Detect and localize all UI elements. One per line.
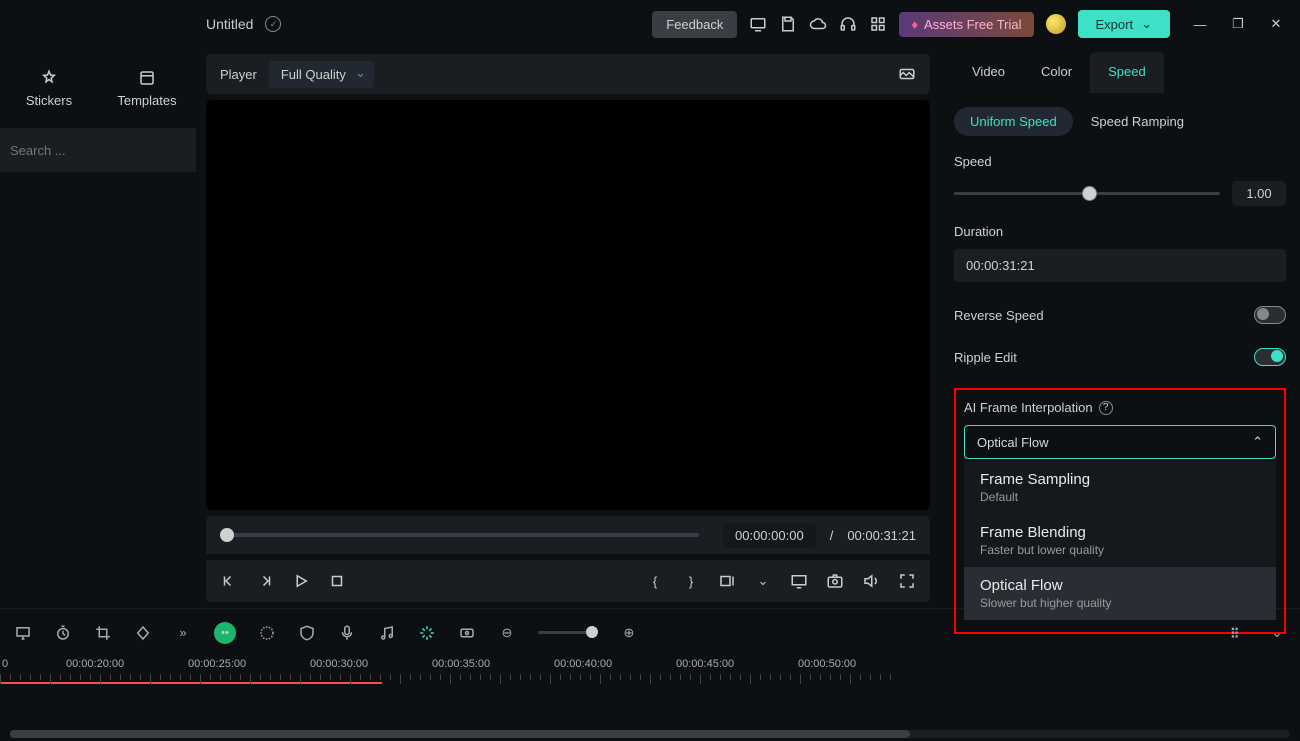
- tl-timer-icon[interactable]: [54, 624, 72, 642]
- tl-keyframe-icon[interactable]: [134, 624, 152, 642]
- display-icon[interactable]: [790, 572, 808, 590]
- saved-status-icon: ✓: [265, 16, 281, 32]
- total-time: 00:00:31:21: [847, 528, 916, 543]
- zoom-in-icon[interactable]: ⊕: [620, 624, 638, 642]
- timeline-tracks[interactable]: [0, 686, 1300, 726]
- tl-crop-icon[interactable]: [94, 624, 112, 642]
- ripple-edit-toggle[interactable]: [1254, 348, 1286, 366]
- progress-bar-row: 00:00:00:00 / 00:00:31:21: [206, 516, 930, 554]
- help-icon[interactable]: ?: [1099, 401, 1113, 415]
- time-separator: /: [830, 528, 834, 543]
- ai-interpolation-label: AI Frame Interpolation: [964, 400, 1093, 415]
- preview-panel: Player Full Quality 00:00:00:00 / 00:00:…: [196, 48, 940, 608]
- tl-settings-icon[interactable]: ⌄: [1268, 624, 1286, 642]
- zoom-out-icon[interactable]: ⊖: [498, 624, 516, 642]
- title-bar: Untitled ✓ Feedback ♦Assets Free Trial E…: [0, 0, 1300, 48]
- ratio-icon[interactable]: [718, 572, 736, 590]
- apps-icon[interactable]: [869, 15, 887, 33]
- snapshot-icon[interactable]: [826, 572, 844, 590]
- snapshot-small-icon[interactable]: [898, 65, 916, 83]
- video-preview[interactable]: [206, 100, 930, 510]
- tl-circle-dots-icon[interactable]: [258, 624, 276, 642]
- progress-slider[interactable]: [220, 533, 699, 537]
- template-icon: [138, 69, 156, 87]
- chevron-down-small-icon[interactable]: ⌄: [754, 572, 772, 590]
- tl-expand-icon[interactable]: »: [174, 624, 192, 642]
- inspector-panel: Video Color Speed Uniform Speed Speed Ra…: [940, 48, 1300, 608]
- current-time: 00:00:00:00: [723, 523, 816, 548]
- fullscreen-icon[interactable]: [898, 572, 916, 590]
- speed-slider[interactable]: [954, 192, 1220, 195]
- project-title: Untitled: [206, 16, 253, 32]
- minimize-button[interactable]: —: [1192, 16, 1208, 32]
- stickers-tab[interactable]: Stickers: [0, 48, 98, 128]
- ripple-edit-label: Ripple Edit: [954, 350, 1017, 365]
- tl-record-icon[interactable]: [458, 624, 476, 642]
- reverse-speed-toggle[interactable]: [1254, 306, 1286, 324]
- screen-icon[interactable]: [749, 15, 767, 33]
- uniform-speed-tab[interactable]: Uniform Speed: [954, 107, 1073, 136]
- next-frame-icon[interactable]: [256, 572, 274, 590]
- speed-ramping-tab[interactable]: Speed Ramping: [1091, 114, 1184, 129]
- stop-icon[interactable]: [328, 572, 346, 590]
- option-frame-sampling[interactable]: Frame Sampling Default: [964, 461, 1276, 514]
- search-row: ⋯: [0, 128, 196, 172]
- chevron-up-icon: ⌃: [1252, 434, 1263, 450]
- player-settings-bar: Player Full Quality: [206, 54, 930, 94]
- duration-input[interactable]: 00:00:31:21: [954, 249, 1286, 282]
- library-panel: Stickers Templates ⋯: [0, 48, 196, 608]
- option-frame-blending[interactable]: Frame Blending Faster but lower quality: [964, 514, 1276, 567]
- interpolation-dropdown[interactable]: Optical Flow ⌃: [964, 425, 1276, 459]
- feedback-button[interactable]: Feedback: [652, 11, 737, 38]
- tl-music-icon[interactable]: [378, 624, 396, 642]
- player-label: Player: [220, 67, 257, 82]
- inspector-tabs: Video Color Speed: [954, 52, 1286, 93]
- chevron-down-icon: ⌄: [1141, 16, 1152, 32]
- tab-speed[interactable]: Speed: [1090, 52, 1164, 93]
- prev-frame-icon[interactable]: [220, 572, 238, 590]
- tl-monitor-icon[interactable]: [14, 624, 32, 642]
- quality-dropdown[interactable]: Full Quality: [269, 61, 374, 88]
- headset-icon[interactable]: [839, 15, 857, 33]
- save-icon[interactable]: [779, 15, 797, 33]
- timeline-scrollbar[interactable]: [10, 730, 1290, 738]
- assets-trial-button[interactable]: ♦Assets Free Trial: [899, 12, 1033, 37]
- zoom-slider[interactable]: [538, 631, 598, 634]
- export-button[interactable]: Export⌄: [1078, 10, 1170, 38]
- speed-value[interactable]: 1.00: [1232, 181, 1286, 206]
- option-optical-flow[interactable]: Optical Flow Slower but higher quality: [964, 567, 1276, 620]
- close-button[interactable]: ✕: [1268, 16, 1284, 32]
- play-icon[interactable]: [292, 572, 310, 590]
- gem-icon: ♦: [911, 17, 918, 32]
- mark-in-icon[interactable]: {: [646, 572, 664, 590]
- tab-color[interactable]: Color: [1023, 52, 1090, 93]
- player-controls: { } ⌄: [206, 560, 930, 602]
- search-input[interactable]: [10, 143, 186, 158]
- main-area: Stickers Templates ⋯ Player Full Quality…: [0, 48, 1300, 608]
- mark-out-icon[interactable]: }: [682, 572, 700, 590]
- avatar-icon[interactable]: [1046, 14, 1066, 34]
- cloud-icon[interactable]: [809, 15, 827, 33]
- volume-icon[interactable]: [862, 572, 880, 590]
- reverse-speed-label: Reverse Speed: [954, 308, 1044, 323]
- ai-interpolation-section: AI Frame Interpolation ? Optical Flow ⌃ …: [954, 388, 1286, 634]
- interpolation-options: Frame Sampling Default Frame Blending Fa…: [964, 461, 1276, 620]
- tab-video[interactable]: Video: [954, 52, 1023, 93]
- tl-shield-icon[interactable]: [298, 624, 316, 642]
- templates-tab[interactable]: Templates: [98, 48, 196, 128]
- sticker-icon: [40, 69, 58, 87]
- tl-mic-icon[interactable]: [338, 624, 356, 642]
- duration-label: Duration: [954, 224, 1286, 239]
- tl-layout-icon[interactable]: [1228, 624, 1246, 642]
- speed-label: Speed: [954, 154, 1286, 169]
- maximize-button[interactable]: ❐: [1230, 16, 1246, 32]
- timeline-ruler[interactable]: 0 00:00:20:00 00:00:25:00 00:00:30:00 00…: [0, 656, 1300, 686]
- tl-robot-icon[interactable]: ••: [214, 622, 236, 644]
- tl-ai-icon[interactable]: [418, 624, 436, 642]
